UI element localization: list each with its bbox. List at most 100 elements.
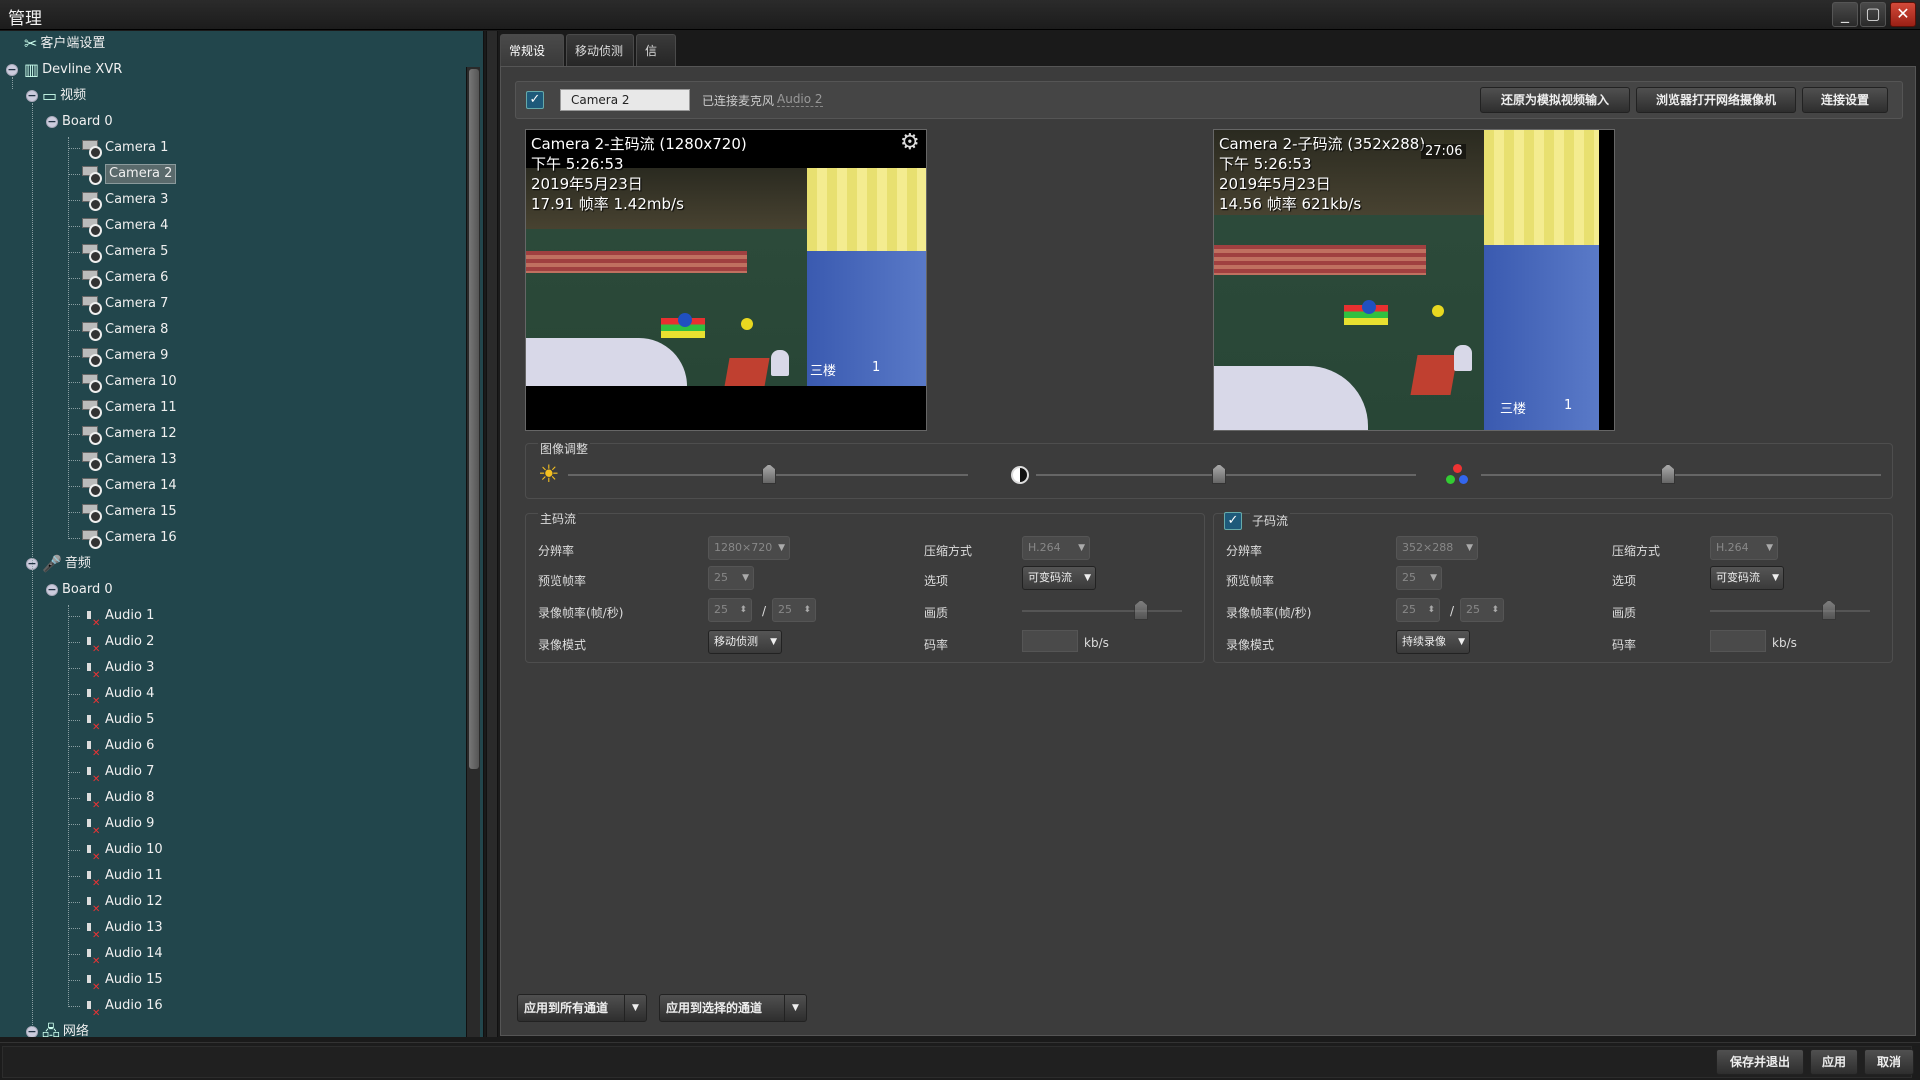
tree-camera[interactable]: Camera 9 <box>82 345 168 367</box>
sub-record-mode-select[interactable]: 持续录像 ▼ <box>1396 630 1470 654</box>
camera-name-input[interactable]: Camera 2 <box>560 89 690 111</box>
camera-enabled-checkbox[interactable]: ✓ <box>526 91 544 109</box>
tree-audio-item[interactable]: Audio 3 <box>84 657 154 687</box>
mic-link[interactable]: Audio 2 <box>777 92 823 107</box>
tree-camera[interactable]: Camera 4 <box>82 215 168 237</box>
sub-stream-preview[interactable]: Camera 2-子码流 (352x288) 下午 5:26:53 2019年5… <box>1213 129 1615 431</box>
tree-connector <box>68 694 80 695</box>
tree-audio-item[interactable]: Audio 2 <box>84 631 155 661</box>
apply-all-channels-button[interactable]: 应用到所有通道 ▼ <box>517 994 647 1022</box>
tree-audio-item[interactable]: Audio 7 <box>84 761 154 791</box>
tree-camera[interactable]: Camera 14 <box>82 475 177 497</box>
sub-quality-slider-thumb[interactable] <box>1822 600 1836 620</box>
tree-network[interactable]: 🖧 网络 <box>42 1021 89 1037</box>
tree-audio-item-label: Audio 2 <box>105 634 155 649</box>
toggle-video[interactable]: − <box>26 90 38 102</box>
tree-video[interactable]: ▭ 视频 <box>42 85 86 107</box>
saturation-slider-thumb[interactable] <box>1661 464 1675 484</box>
tree-connector <box>68 460 80 461</box>
save-exit-button[interactable]: 保存并退出 <box>1716 1049 1804 1075</box>
tree-camera[interactable]: Camera 2 <box>82 163 177 185</box>
tree-connector <box>68 382 80 383</box>
main-stream-preview[interactable]: Camera 2-主码流 (1280x720) 下午 5:26:53 2019年… <box>525 129 927 431</box>
tab-info[interactable]: 信息 <box>636 34 676 90</box>
sub-bitrate-unit: kb/s <box>1772 636 1797 650</box>
main-options-select[interactable]: 可变码流 ▼ <box>1022 566 1096 590</box>
open-in-browser-button[interactable]: 浏览器打开网络摄像机 <box>1636 87 1796 113</box>
mic-label: 已连接麦克风 <box>702 94 775 108</box>
tree-video-board-label: Board 0 <box>62 114 113 129</box>
toggle-video-board[interactable]: − <box>46 116 58 128</box>
tree-camera[interactable]: Camera 8 <box>82 319 168 341</box>
tree-connector <box>68 928 80 929</box>
tree-camera[interactable]: Camera 6 <box>82 267 168 289</box>
tree-connector <box>68 954 80 955</box>
contrast-slider[interactable] <box>1036 474 1416 476</box>
sub-options-select[interactable]: 可变码流 ▼ <box>1710 566 1784 590</box>
tab-general[interactable]: 常规设置 <box>500 34 564 90</box>
brightness-slider-thumb[interactable] <box>762 464 776 484</box>
tree-audio-item[interactable]: Audio 4 <box>84 683 154 713</box>
tree-camera[interactable]: Camera 12 <box>82 423 177 445</box>
connection-settings-button[interactable]: 连接设置 <box>1802 87 1888 113</box>
tree-audio-item[interactable]: Audio 10 <box>84 839 163 869</box>
saturation-slider[interactable] <box>1481 474 1881 476</box>
tree-audio-item[interactable]: Audio 12 <box>84 891 163 921</box>
maximize-button[interactable]: ▢ <box>1860 2 1886 27</box>
tree-camera[interactable]: Camera 16 <box>82 527 177 549</box>
tree-video-board[interactable]: Board 0 <box>62 111 113 133</box>
tree-audio-item[interactable]: Audio 13 <box>84 917 163 947</box>
apply-all-label: 应用到所有通道 <box>524 1001 609 1015</box>
toggle-network[interactable]: − <box>26 1026 38 1037</box>
tree-audio-item[interactable]: Audio 1 <box>84 605 154 635</box>
tree-camera-label: Camera 14 <box>105 478 177 493</box>
chevron-down-icon[interactable]: ▼ <box>624 995 646 1021</box>
tree-camera[interactable]: Camera 10 <box>82 371 177 393</box>
tree-audio-item[interactable]: Audio 15 <box>84 969 163 999</box>
tree-audio-board[interactable]: Board 0 <box>62 579 113 601</box>
tab-motion[interactable]: 移动侦测 <box>566 34 634 66</box>
cancel-button[interactable]: 取消 <box>1864 1049 1914 1075</box>
splitter[interactable] <box>486 31 498 1037</box>
tree-audio-item[interactable]: Audio 11 <box>84 865 163 895</box>
sub-stream-title: 子码流 <box>1250 512 1291 529</box>
apply-selected-channels-button[interactable]: 应用到选择的通道 ▼ <box>659 994 807 1022</box>
tree-audio-item[interactable]: Audio 14 <box>84 943 163 973</box>
close-button[interactable]: ✕ <box>1890 2 1916 27</box>
sub-record-mode-value: 持续录像 <box>1402 635 1446 648</box>
tree-audio[interactable]: 🎤 音频 <box>42 553 91 575</box>
restore-analog-button[interactable]: 还原为模拟视频输入 <box>1480 87 1630 113</box>
main-quality-slider[interactable] <box>1022 610 1182 612</box>
chevron-down-icon[interactable]: ▼ <box>784 995 806 1021</box>
minimize-button[interactable]: _ <box>1832 2 1858 27</box>
gear-icon[interactable]: ⚙ <box>900 130 920 155</box>
tree-camera[interactable]: Camera 15 <box>82 501 177 523</box>
tree-client-settings[interactable]: ✂ 客户端设置 <box>24 33 105 55</box>
sidebar-scrollbar-thumb[interactable] <box>469 69 479 769</box>
tree-camera[interactable]: Camera 7 <box>82 293 168 315</box>
contrast-slider-thumb[interactable] <box>1212 464 1226 484</box>
main-quality-slider-thumb[interactable] <box>1134 600 1148 620</box>
sidebar-scrollbar[interactable] <box>466 67 480 1037</box>
tree-audio-item[interactable]: Audio 8 <box>84 787 154 817</box>
main-compression-label: 压缩方式 <box>924 544 973 558</box>
toggle-device[interactable]: − <box>6 64 18 76</box>
tools-icon: ✂ <box>24 34 38 53</box>
tree-audio-item-label: Audio 14 <box>105 946 163 961</box>
sub-quality-slider[interactable] <box>1710 610 1870 612</box>
tree-camera[interactable]: Camera 13 <box>82 449 177 471</box>
main-record-mode-select[interactable]: 移动侦测 ▼ <box>708 630 782 654</box>
toggle-audio-board[interactable]: − <box>46 584 58 596</box>
apply-button[interactable]: 应用 <box>1810 1049 1858 1075</box>
tree-camera[interactable]: Camera 1 <box>82 137 168 159</box>
sub-stream-checkbox[interactable]: ✓ <box>1224 512 1242 530</box>
tree-audio-item[interactable]: Audio 9 <box>84 813 154 843</box>
tree-camera[interactable]: Camera 11 <box>82 397 177 419</box>
tree-audio-item[interactable]: Audio 16 <box>84 995 163 1025</box>
tree-camera[interactable]: Camera 5 <box>82 241 168 263</box>
tree-device[interactable]: ▥ Devline XVR <box>24 59 122 81</box>
tree-camera[interactable]: Camera 3 <box>82 189 168 211</box>
tree-audio-item[interactable]: Audio 6 <box>84 735 154 765</box>
spinner-icon: ⬍ <box>1491 605 1499 615</box>
tree-audio-item[interactable]: Audio 5 <box>84 709 154 739</box>
